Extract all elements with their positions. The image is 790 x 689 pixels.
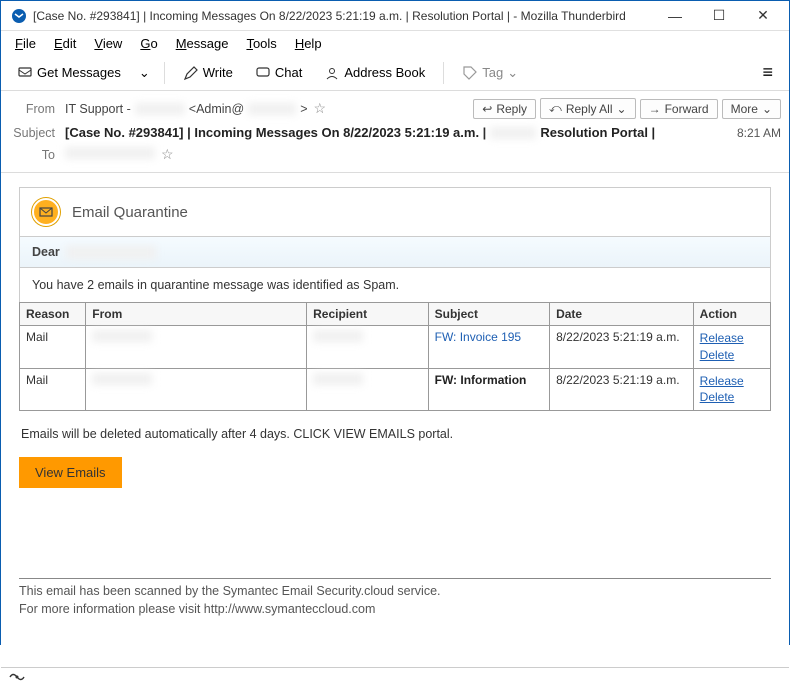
table-row: Mail FW: Information8/22/2023 5:21:19 a.m…	[20, 368, 771, 411]
forward-button[interactable]: →Forward	[640, 99, 718, 119]
separator	[164, 62, 165, 84]
cell-action: ReleaseDelete	[693, 368, 770, 411]
quarantine-header: Email Quarantine	[19, 187, 771, 236]
cell-recipient	[307, 368, 428, 411]
action-release[interactable]: Release	[700, 373, 764, 390]
chevron-down-icon: ⌄	[762, 102, 772, 116]
action-delete[interactable]: Delete	[700, 389, 764, 406]
menu-tools[interactable]: Tools	[238, 34, 284, 53]
toolbar: Get Messages ⌄ Write Chat Address Book T…	[1, 55, 789, 91]
menu-file[interactable]: File	[7, 34, 44, 53]
subject-value: [Case No. #293841] | Incoming Messages O…	[65, 125, 723, 140]
intro-text: You have 2 emails in quarantine message …	[19, 267, 771, 302]
chevron-down-icon: ⌄	[617, 102, 627, 116]
chat-label: Chat	[275, 65, 302, 80]
email-body: Email Quarantine Dear You have 2 emails …	[1, 173, 789, 628]
reply-button[interactable]: ↩Reply	[473, 99, 536, 119]
status-icon[interactable]	[9, 671, 25, 686]
tag-label: Tag	[482, 65, 503, 80]
window-title: [Case No. #293841] | Incoming Messages O…	[33, 9, 653, 23]
cell-action: ReleaseDelete	[693, 326, 770, 369]
get-messages-dropdown[interactable]: ⌄	[135, 61, 154, 85]
from-label: From	[9, 102, 59, 116]
cell-from	[86, 326, 307, 369]
to-label: To	[9, 148, 59, 162]
menu-message[interactable]: Message	[168, 34, 237, 53]
minimize-button[interactable]: —	[653, 2, 697, 30]
maximize-button[interactable]: ☐	[697, 2, 741, 30]
sig-line-2: For more information please visit http:/…	[19, 601, 771, 619]
cell-reason: Mail	[20, 326, 86, 369]
col-date: Date	[550, 303, 694, 326]
col-action: Action	[693, 303, 770, 326]
menubar: File Edit View Go Message Tools Help	[1, 31, 789, 55]
quarantine-title: Email Quarantine	[72, 204, 188, 221]
statusbar	[1, 667, 789, 689]
footer-message: Emails will be deleted automatically aft…	[19, 411, 771, 451]
quarantine-icon	[32, 198, 60, 226]
tag-button[interactable]: Tag ⌄	[454, 61, 526, 85]
download-icon	[17, 65, 33, 81]
cell-date: 8/22/2023 5:21:19 a.m.	[550, 368, 694, 411]
star-icon[interactable]: ☆	[314, 100, 327, 117]
menu-edit[interactable]: Edit	[46, 34, 84, 53]
table-row: Mail FW: Invoice 1958/22/2023 5:21:19 a.m…	[20, 326, 771, 369]
star-icon[interactable]: ☆	[161, 146, 174, 163]
view-emails-button[interactable]: View Emails	[19, 457, 122, 488]
message-header: From IT Support - <Admin@> ☆ ↩Reply ⤺Rep…	[1, 91, 789, 173]
table-header-row: Reason From Recipient Subject Date Actio…	[20, 303, 771, 326]
subject-label: Subject	[9, 126, 59, 140]
to-value	[65, 147, 155, 162]
cell-reason: Mail	[20, 368, 86, 411]
message-time: 8:21 AM	[737, 126, 781, 140]
signature: This email has been scanned by the Syman…	[19, 578, 771, 618]
reply-all-icon: ⤺	[549, 101, 562, 116]
cell-date: 8/22/2023 5:21:19 a.m.	[550, 326, 694, 369]
tag-icon	[462, 65, 478, 81]
chevron-down-icon: ⌄	[507, 65, 518, 81]
reply-all-button[interactable]: ⤺Reply All ⌄	[540, 98, 636, 119]
reply-icon: ↩	[482, 102, 492, 116]
col-subject: Subject	[428, 303, 549, 326]
cell-subject: FW: Invoice 195	[428, 326, 549, 369]
chevron-down-icon: ⌄	[139, 65, 150, 81]
col-recipient: Recipient	[307, 303, 428, 326]
app-icon	[11, 8, 27, 24]
write-label: Write	[203, 65, 233, 80]
address-book-icon	[324, 65, 340, 81]
quarantine-table: Reason From Recipient Subject Date Actio…	[19, 302, 771, 411]
address-book-label: Address Book	[344, 65, 425, 80]
menu-help[interactable]: Help	[287, 34, 330, 53]
pencil-icon	[183, 65, 199, 81]
sig-line-1: This email has been scanned by the Syman…	[19, 583, 771, 601]
from-value: IT Support - <Admin@>	[65, 102, 308, 116]
more-button[interactable]: More ⌄	[722, 99, 781, 119]
forward-icon: →	[649, 102, 661, 116]
message-body-scroll[interactable]: Email Quarantine Dear You have 2 emails …	[1, 173, 789, 667]
col-reason: Reason	[20, 303, 86, 326]
col-from: From	[86, 303, 307, 326]
cell-from	[86, 368, 307, 411]
action-delete[interactable]: Delete	[700, 347, 764, 364]
chat-icon	[255, 65, 271, 81]
get-messages-label: Get Messages	[37, 65, 121, 80]
close-button[interactable]: ✕	[741, 2, 785, 30]
write-button[interactable]: Write	[175, 61, 241, 85]
action-release[interactable]: Release	[700, 330, 764, 347]
dear-line: Dear	[19, 236, 771, 267]
address-book-button[interactable]: Address Book	[316, 61, 433, 85]
chat-button[interactable]: Chat	[247, 61, 310, 85]
menu-go[interactable]: Go	[132, 34, 165, 53]
titlebar: [Case No. #293841] | Incoming Messages O…	[1, 1, 789, 31]
cell-recipient	[307, 326, 428, 369]
separator	[443, 62, 444, 84]
cell-subject: FW: Information	[428, 368, 549, 411]
get-messages-button[interactable]: Get Messages	[9, 61, 129, 85]
app-menu-button[interactable]: ≡	[754, 58, 781, 87]
menu-view[interactable]: View	[86, 34, 130, 53]
